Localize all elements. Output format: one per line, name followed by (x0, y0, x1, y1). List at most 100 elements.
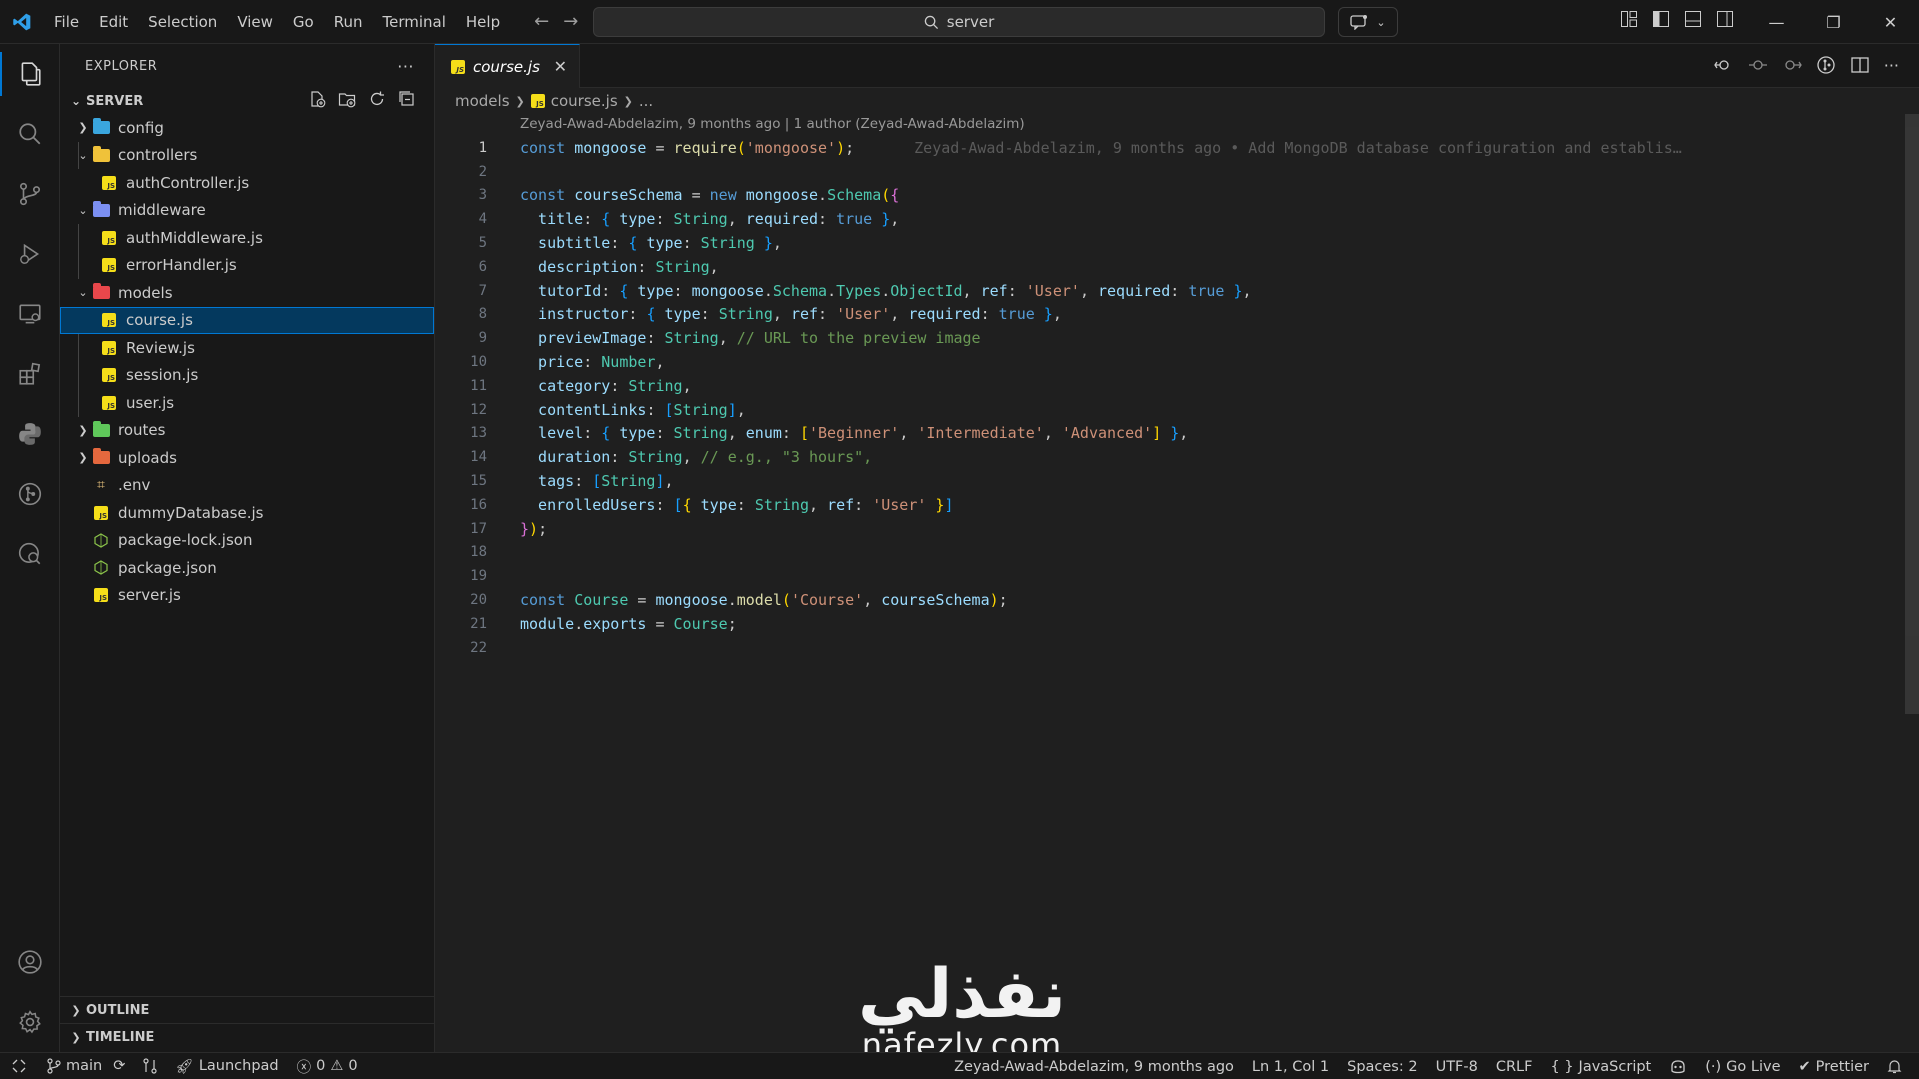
indentation[interactable]: Spaces: 2 (1338, 1053, 1426, 1079)
language-mode[interactable]: { } JavaScript (1541, 1053, 1660, 1079)
tree-item-session[interactable]: JS session.js (60, 362, 434, 390)
code-line[interactable]: 19 (435, 564, 1919, 588)
server-folder-header[interactable]: ⌄ SERVER (60, 88, 434, 114)
menu-file[interactable]: File (44, 0, 89, 44)
more-actions-icon[interactable]: ··· (397, 57, 414, 76)
sync-icon[interactable]: ⟳ (113, 1058, 125, 1074)
code-line[interactable]: 3 const courseSchema = new mongoose.Schem… (435, 184, 1919, 208)
menu-help[interactable]: Help (456, 0, 510, 44)
encoding[interactable]: UTF-8 (1427, 1053, 1487, 1079)
blame-codelens[interactable]: Zeyad-Awad-Abdelazim, 9 months ago | 1 a… (520, 116, 1025, 132)
back-arrow-icon[interactable]: ← (534, 11, 549, 32)
code-line[interactable]: 4 title: { type: String, required: true … (435, 207, 1919, 231)
code-line[interactable]: 8 instructor: { type: String, ref: 'User… (435, 303, 1919, 327)
code-line[interactable]: 6 description: String, (435, 255, 1919, 279)
menu-selection[interactable]: Selection (138, 0, 227, 44)
code-editor[interactable]: 1 const mongoose = require('mongoose'); Ze… (435, 136, 1919, 660)
tree-item-user[interactable]: JS user.js (60, 389, 434, 417)
tree-item-uploads[interactable]: ❯ uploads (60, 444, 434, 472)
tree-item-package[interactable]: package.json (60, 554, 434, 582)
code-line[interactable]: 20 const Course = mongoose.model('Course'… (435, 588, 1919, 612)
cursor-position[interactable]: Ln 1, Col 1 (1243, 1053, 1338, 1079)
close-icon[interactable]: ✕ (554, 57, 567, 76)
code-line[interactable]: 1 const mongoose = require('mongoose'); Ze… (435, 136, 1919, 160)
tree-item-authcontroller[interactable]: JS authController.js (60, 169, 434, 197)
restore-icon[interactable]: ❐ (1805, 0, 1862, 44)
forward-arrow-icon[interactable]: → (563, 11, 578, 32)
blame-status[interactable]: Zeyad-Awad-Abdelazim, 9 months ago (945, 1053, 1243, 1079)
toggle-primary-sidebar-icon[interactable] (1652, 10, 1670, 28)
code-line[interactable]: 14 duration: String, // e.g., "3 hours", (435, 445, 1919, 469)
tree-item-dummydatabase[interactable]: JS dummyDatabase.js (60, 499, 434, 527)
breadcrumb-more[interactable]: ... (639, 92, 653, 110)
problems-indicator[interactable]: ⓧ 0 ⚠ 0 (288, 1053, 367, 1079)
vertical-scrollbar[interactable] (1905, 114, 1919, 714)
collapse-all-icon[interactable] (398, 90, 416, 108)
remote-explorer-icon[interactable] (0, 284, 60, 344)
tree-item-middleware[interactable]: ⌄ middleware (60, 197, 434, 225)
code-line[interactable]: 10 price: Number, (435, 350, 1919, 374)
tree-item-routes[interactable]: ❯ routes (60, 417, 434, 445)
remote-indicator[interactable] (0, 1053, 38, 1079)
toggle-secondary-sidebar-icon[interactable] (1716, 10, 1734, 28)
branch-indicator[interactable]: main ⟳ (38, 1053, 134, 1079)
tree-item-package-lock[interactable]: package-lock.json (60, 527, 434, 555)
gitlens-inspect-icon[interactable] (0, 524, 60, 584)
refresh-icon[interactable] (368, 90, 386, 108)
tab-course-js[interactable]: JS course.js ✕ (435, 44, 580, 88)
tree-item-review[interactable]: JS Review.js (60, 334, 434, 362)
extensions-icon[interactable] (0, 344, 60, 404)
code-line[interactable]: 18 (435, 541, 1919, 565)
gitlens-icon[interactable] (0, 464, 60, 524)
run-debug-icon[interactable] (0, 224, 60, 284)
manage-gear-icon[interactable] (0, 992, 60, 1052)
prettier-status[interactable]: ✔ Prettier (1790, 1053, 1879, 1079)
new-folder-icon[interactable] (338, 90, 356, 108)
code-line[interactable]: 5 subtitle: { type: String }, (435, 231, 1919, 255)
code-line[interactable]: 15 tags: [String], (435, 469, 1919, 493)
customize-layout-icon[interactable] (1620, 10, 1638, 28)
outline-section[interactable]: ❯ OUTLINE (60, 996, 435, 1023)
git-graph-status[interactable] (134, 1053, 166, 1079)
tree-item-course[interactable]: JS course.js (60, 306, 434, 334)
toggle-panel-icon[interactable] (1684, 10, 1702, 28)
copilot-status[interactable] (1660, 1053, 1696, 1079)
code-line[interactable]: 12 contentLinks: [String], (435, 398, 1919, 422)
tree-item-controllers[interactable]: ⌄ controllers (60, 142, 434, 170)
breadcrumb-file[interactable]: course.js (551, 92, 618, 110)
launchpad-button[interactable]: 🚀︎ Launchpad (166, 1053, 287, 1079)
code-line[interactable]: 21 module.exports = Course; (435, 612, 1919, 636)
minimize-icon[interactable]: — (1748, 0, 1805, 44)
menu-view[interactable]: View (227, 0, 283, 44)
code-line[interactable]: 22 (435, 636, 1919, 660)
tree-item-authmiddleware[interactable]: JS authMiddleware.js (60, 224, 434, 252)
accounts-icon[interactable] (0, 932, 60, 992)
tree-item-errorhandler[interactable]: JS errorHandler.js (60, 252, 434, 280)
timeline-section[interactable]: ❯ TIMELINE (60, 1023, 435, 1050)
go-live-button[interactable]: (·) Go Live (1696, 1053, 1789, 1079)
tree-item-config[interactable]: ❯ config (60, 114, 434, 142)
code-line[interactable]: 13 level: { type: String, enum: ['Beginn… (435, 422, 1919, 446)
menu-terminal[interactable]: Terminal (373, 0, 456, 44)
notifications-bell-icon[interactable] (1878, 1053, 1911, 1079)
code-line[interactable]: 16 enrolledUsers: [{ type: String, ref: … (435, 493, 1919, 517)
tree-item-server[interactable]: JS server.js (60, 582, 434, 610)
tree-item-models[interactable]: ⌄ models (60, 279, 434, 307)
code-line[interactable]: 9 previewImage: String, // URL to the pr… (435, 326, 1919, 350)
code-line[interactable]: 11 category: String, (435, 374, 1919, 398)
breadcrumb-folder[interactable]: models (455, 92, 510, 110)
python-icon[interactable] (0, 404, 60, 464)
next-revision-icon[interactable] (1782, 56, 1802, 74)
code-line[interactable]: 7 tutorId: { type: mongoose.Schema.Types… (435, 279, 1919, 303)
search-icon[interactable] (0, 104, 60, 164)
menu-run[interactable]: Run (324, 0, 373, 44)
code-line[interactable]: 2 (435, 160, 1919, 184)
menu-go[interactable]: Go (283, 0, 324, 44)
code-line[interactable]: 17}); (435, 517, 1919, 541)
explorer-icon[interactable] (0, 44, 60, 104)
end-of-line[interactable]: CRLF (1487, 1053, 1542, 1079)
more-actions-icon[interactable]: ··· (1884, 56, 1899, 75)
source-control-icon[interactable] (0, 164, 60, 224)
split-editor-icon[interactable] (1850, 56, 1870, 74)
close-window-icon[interactable]: ✕ (1862, 0, 1919, 44)
